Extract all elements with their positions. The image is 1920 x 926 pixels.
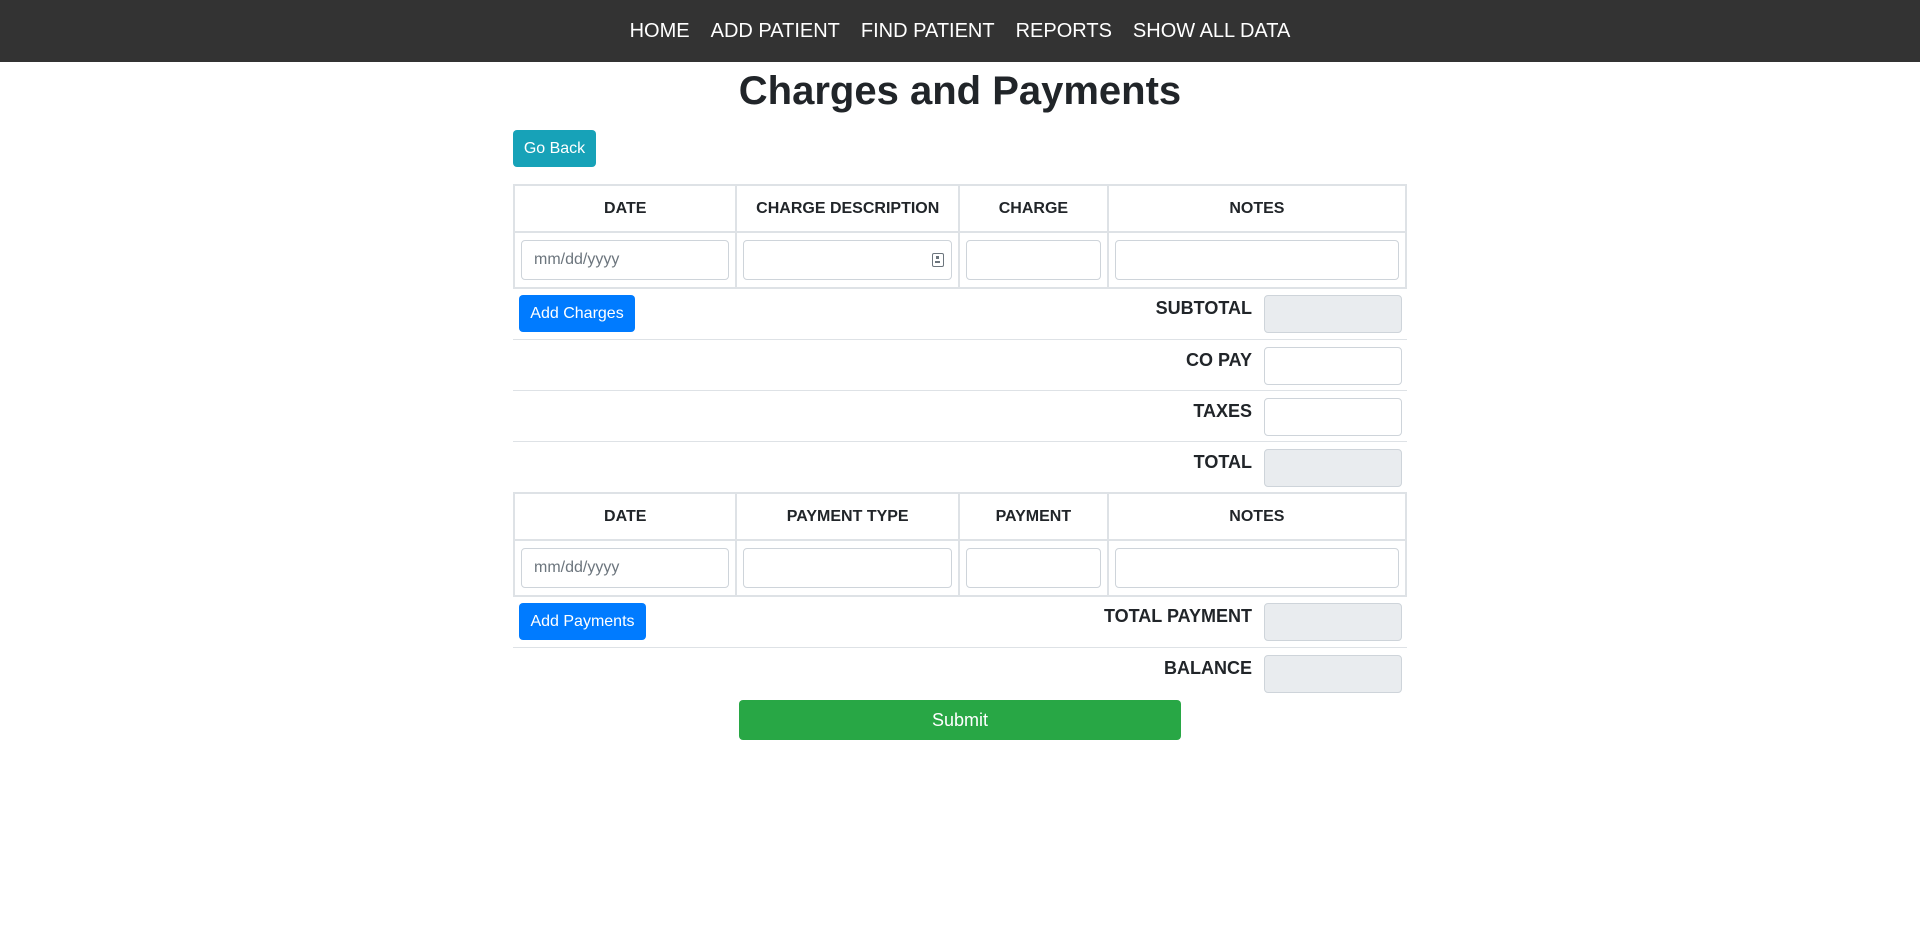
balance-row: BALANCE (513, 647, 1407, 698)
total-payment-field (1264, 603, 1402, 641)
charges-notes-cell (1106, 231, 1408, 289)
copay-row: CO PAY (513, 339, 1407, 390)
payments-header-notes: NOTES (1106, 492, 1408, 541)
go-back-button[interactable]: Go Back (513, 130, 596, 167)
nav-show-all-data[interactable]: SHOW ALL DATA (1122, 20, 1300, 43)
page-title: Charges and Payments (738, 69, 1182, 113)
payments-header-date: DATE (512, 492, 738, 541)
total-label: TOTAL (1193, 452, 1252, 472)
subtotal-row: Add Charges SUBTOTAL (513, 288, 1407, 339)
payment-date-input[interactable] (521, 548, 730, 588)
nav-home[interactable]: HOME (619, 20, 700, 43)
add-payments-button[interactable]: Add Payments (519, 603, 646, 640)
charges-table: DATE CHARGE DESCRIPTION CHARGE NOTES (512, 184, 1408, 289)
balance-field (1264, 655, 1402, 693)
nav-reports[interactable]: REPORTS (1005, 20, 1122, 43)
charges-input-row (512, 231, 1408, 289)
balance-label: BALANCE (1164, 658, 1252, 678)
total-payment-label: TOTAL PAYMENT (1103, 606, 1252, 626)
charge-amount-input[interactable] (966, 240, 1101, 280)
submit-button[interactable]: Submit (739, 700, 1181, 740)
payments-input-row (512, 539, 1408, 597)
total-row: TOTAL (513, 441, 1407, 492)
subtotal-label: SUBTOTAL (1155, 298, 1252, 318)
charges-date-cell (512, 231, 738, 289)
charge-notes-input[interactable] (1114, 240, 1399, 280)
total-payment-row: Add Payments TOTAL PAYMENT (513, 596, 1407, 647)
charges-amount-cell (958, 231, 1109, 289)
charges-header-row: DATE CHARGE DESCRIPTION CHARGE NOTES (512, 184, 1408, 233)
payments-table: DATE PAYMENT TYPE PAYMENT NOTES (512, 492, 1408, 597)
payments-notes-cell (1106, 539, 1408, 597)
nav-find-patient[interactable]: FIND PATIENT (850, 20, 1005, 43)
payment-amount-input[interactable] (965, 548, 1101, 588)
charges-header-date: DATE (512, 184, 738, 233)
charges-description-cell (735, 231, 961, 289)
taxes-label: TAXES (1193, 401, 1252, 421)
copay-label: CO PAY (1185, 350, 1252, 370)
subtotal-field (1264, 295, 1402, 333)
autofill-contact-icon[interactable] (932, 253, 945, 267)
charge-date-input[interactable] (521, 240, 730, 280)
payments-header-type: PAYMENT TYPE (735, 492, 960, 541)
charge-description-wrap (743, 240, 953, 280)
nav-add-patient[interactable]: ADD PATIENT (700, 20, 850, 43)
total-field (1264, 449, 1402, 487)
taxes-row: TAXES (513, 390, 1407, 441)
charges-header-description: CHARGE DESCRIPTION (735, 184, 961, 233)
charges-header-notes: NOTES (1106, 184, 1408, 233)
add-charges-button[interactable]: Add Charges (519, 295, 635, 332)
payments-amount-cell (957, 539, 1109, 597)
payments-type-cell (735, 539, 960, 597)
charges-header-charge: CHARGE (958, 184, 1109, 233)
copay-input[interactable] (1264, 347, 1402, 385)
payments-date-cell (512, 539, 738, 597)
charge-description-input[interactable] (743, 240, 953, 280)
payments-header-row: DATE PAYMENT TYPE PAYMENT NOTES (512, 492, 1408, 541)
payments-header-payment: PAYMENT (957, 492, 1109, 541)
taxes-input[interactable] (1264, 398, 1402, 436)
top-navbar: HOME ADD PATIENT FIND PATIENT REPORTS SH… (0, 0, 1920, 62)
payment-notes-input[interactable] (1114, 548, 1399, 588)
payment-type-input[interactable] (743, 548, 952, 588)
